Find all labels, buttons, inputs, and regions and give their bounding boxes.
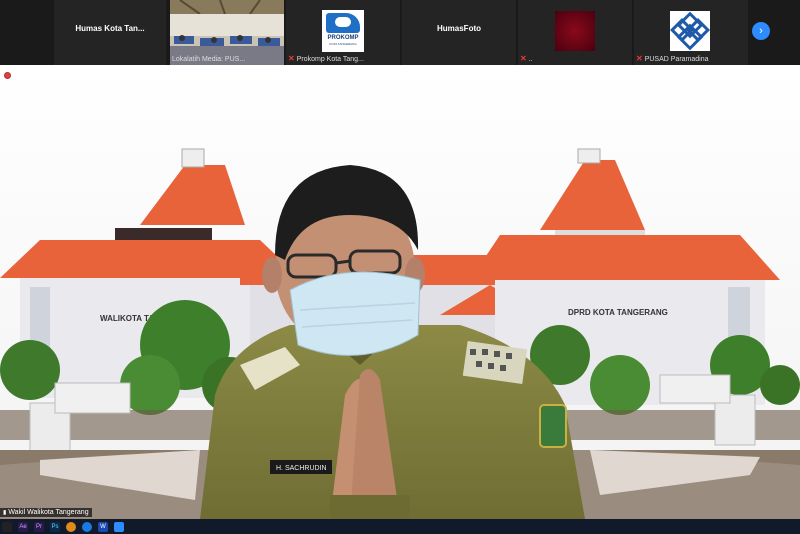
participant-name: ..	[528, 55, 533, 63]
building-right-sign: DPRD KOTA TANGERANG	[568, 308, 668, 317]
participant-name: Humas Kota Tan...	[75, 24, 145, 33]
browser-icon[interactable]	[66, 521, 76, 532]
mic-muted-icon: ✕	[636, 54, 643, 63]
photoshop-icon[interactable]: Ps	[50, 521, 60, 532]
premiere-icon[interactable]: Pr	[34, 521, 44, 532]
participant-name: Lokalatih Media: PUS...	[172, 56, 246, 63]
active-speaker-name: Wakil Walikota Tangerang	[8, 509, 89, 516]
os-taskbar: Ae Pr Ps W	[0, 519, 800, 534]
next-page-button[interactable]: ›	[752, 22, 770, 40]
active-speaker-video: WALIKOTA TANGERANG DPRD KOTA TANGERANG H…	[0, 65, 800, 519]
participant-tile-humas-kota[interactable]: Humas Kota Tan...	[54, 0, 166, 65]
recording-indicator	[4, 72, 11, 79]
participant-label: ✕ Prokomp Kota Tang...	[288, 55, 364, 63]
participant-strip: Humas Kota Tan... Lokalatih Media: PUS..…	[0, 0, 800, 65]
after-effects-icon[interactable]: Ae	[18, 521, 28, 532]
meeting-icon[interactable]	[114, 521, 124, 532]
mic-muted-icon: ✕	[288, 54, 295, 63]
participant-label: ✕ PUSAD Paramadina	[636, 55, 709, 63]
word-icon[interactable]: W	[98, 521, 108, 532]
chevron-right-icon: ›	[759, 25, 763, 37]
participant-label: Lokalatih Media: PUS...	[172, 56, 245, 63]
participant-tile-prokomp[interactable]: PROKOMP KOTA TANGERANG ✕ Prokomp Kota Ta…	[286, 0, 400, 65]
pusad-logo	[669, 11, 711, 51]
participant-tile-pusad[interactable]: ✕ PUSAD Paramadina	[634, 0, 748, 65]
name-tag-text: H. SACHRUDIN	[276, 465, 327, 472]
zoom-icon[interactable]	[82, 521, 92, 532]
participant-label: ✕ ..	[520, 55, 533, 63]
prokomp-logo: PROKOMP KOTA TANGERANG	[322, 10, 364, 52]
signal-bars-icon: ▮	[3, 510, 7, 516]
participant-tile-lokalatih[interactable]: Lokalatih Media: PUS...	[170, 0, 284, 65]
mic-muted-icon: ✕	[520, 54, 527, 63]
participant-tile-red[interactable]: ✕ ..	[518, 0, 632, 65]
active-speaker-label: ▮ Wakil Walikota Tangerang	[0, 508, 92, 517]
participant-tile-humasfoto[interactable]: HumasFoto	[402, 0, 516, 65]
participant-name: Prokomp Kota Tang...	[296, 55, 364, 63]
participant-avatar	[555, 11, 595, 51]
participant-name: PUSAD Paramadina	[644, 55, 709, 63]
participant-name: HumasFoto	[437, 24, 481, 33]
start-icon[interactable]	[2, 521, 12, 532]
speaker-video-scene: WALIKOTA TANGERANG DPRD KOTA TANGERANG H…	[0, 65, 800, 519]
